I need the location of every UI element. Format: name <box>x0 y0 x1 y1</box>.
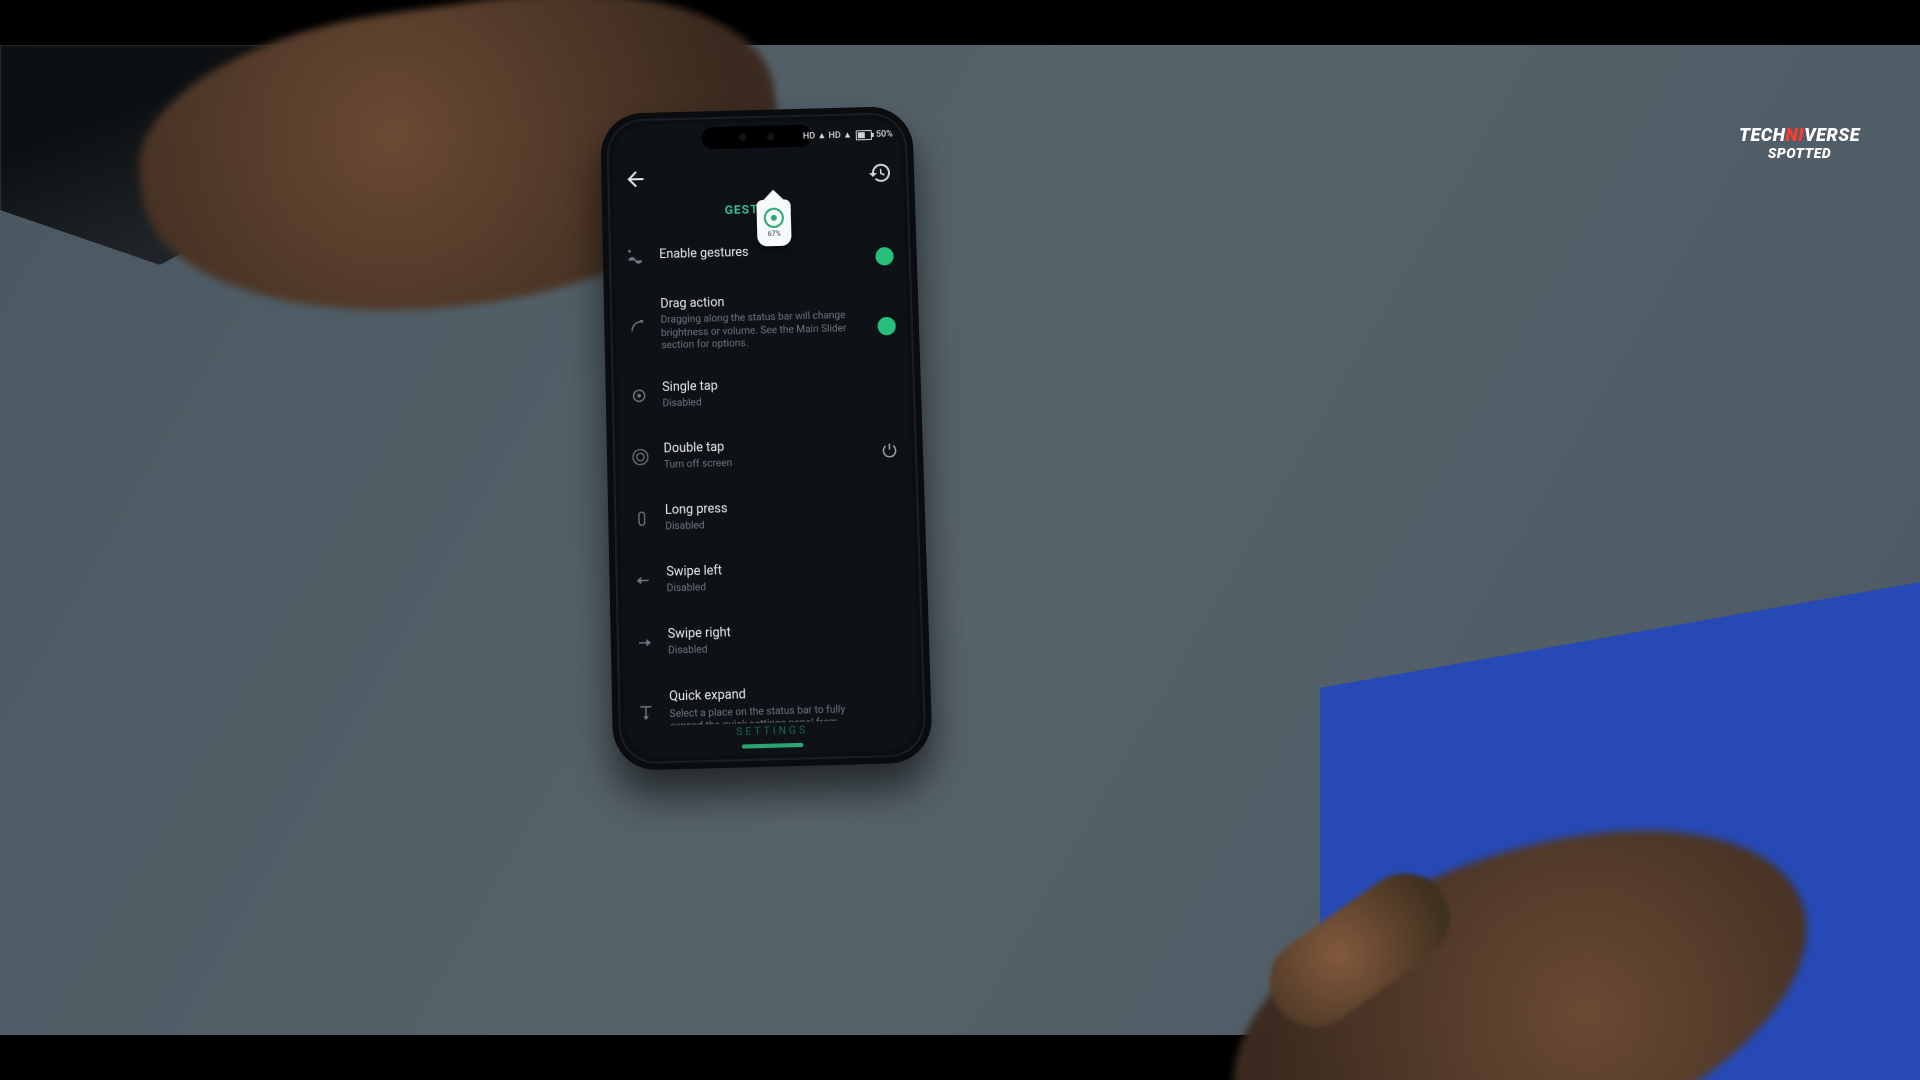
row-title: Enable gestures <box>659 241 893 264</box>
channel-watermark: TECHNIVERSE SPOTTED <box>1739 125 1860 162</box>
back-arrow-icon <box>623 167 648 192</box>
logo-text-1: TECH <box>1739 125 1786 146</box>
double-tap-icon <box>629 446 652 469</box>
row-long-press[interactable]: Long press Disabled <box>620 481 914 550</box>
row-single-tap[interactable]: Single tap Disabled <box>617 358 910 427</box>
logo-text-3: VERSE <box>1804 125 1860 146</box>
reset-history-icon <box>868 160 893 185</box>
phone-body: HD ▲ HD ▲ 50% GESTURES 67% <box>600 106 933 771</box>
app-header <box>613 158 902 196</box>
row-subtitle: Dragging along the status bar will chang… <box>661 309 896 353</box>
row-swipe-left[interactable]: Swipe left Disabled <box>621 542 916 612</box>
next-section-hint: SETTINGS <box>736 725 808 738</box>
quick-expand-icon <box>634 701 657 725</box>
battery-percent: 50% <box>876 129 893 139</box>
row-quick-expand[interactable]: Quick expand Select a place on the statu… <box>624 667 920 727</box>
row-enable-gestures[interactable]: Enable gestures <box>614 218 905 286</box>
row-double-tap[interactable]: Double tap Turn off screen <box>619 419 912 488</box>
long-press-icon <box>630 507 653 530</box>
back-button[interactable] <box>623 167 648 192</box>
signal-icons: HD ▲ HD ▲ <box>803 129 852 141</box>
status-bar[interactable]: HD ▲ HD ▲ 50% <box>803 128 893 141</box>
reset-button[interactable] <box>868 160 893 185</box>
settings-list[interactable]: Enable gestures Drag action Dragging alo… <box>614 218 919 726</box>
power-icon <box>880 441 899 460</box>
swipe-left-icon <box>632 569 655 592</box>
drag-icon <box>626 314 649 337</box>
logo-text-4: SPOTTED <box>1739 146 1860 162</box>
phone-screen: HD ▲ HD ▲ 50% GESTURES 67% <box>612 118 920 758</box>
gesture-icon <box>625 244 648 267</box>
row-drag-action[interactable]: Drag action Dragging along the status ba… <box>616 279 908 366</box>
row-swipe-right[interactable]: Swipe right Disabled <box>622 604 917 674</box>
single-tap-icon <box>628 384 651 407</box>
logo-text-2: NI <box>1786 125 1805 146</box>
gesture-nav-pill[interactable] <box>742 743 804 749</box>
battery-icon <box>856 129 872 139</box>
camera-notch <box>701 125 812 150</box>
desk-surface: TECHNIVERSE SPOTTED HD ▲ HD ▲ 50% <box>0 45 1920 1035</box>
row-subtitle: Select a place on the status bar to full… <box>669 702 907 727</box>
swipe-right-icon <box>633 631 656 654</box>
